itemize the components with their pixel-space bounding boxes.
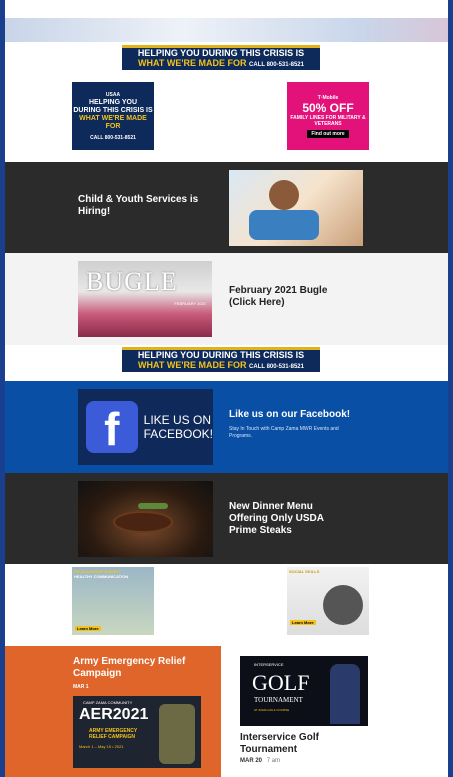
golf-title[interactable]: Interservice Golf Tournament (240, 732, 370, 756)
tmobile-ad[interactable]: T·Mobile 50% OFF FAMILY LINES FOR MILITA… (287, 82, 369, 150)
golf-date: MAR 20 (240, 758, 263, 764)
top-bar (5, 0, 448, 18)
usaa-banner-ad-2[interactable]: HELPING YOU DURING THIS CRISIS IS WHAT W… (122, 347, 320, 372)
aer-poster: CAMP ZAMA COMMUNITY AER2021 ARMY EMERGEN… (73, 696, 201, 768)
usaa-banner2-line2: WHAT WE'RE MADE FOR (138, 360, 247, 370)
usaa-banner2-line1: HELPING YOU DURING THIS CRISIS IS (137, 350, 305, 360)
facebook-logo-text-2: FACEBOOK! (143, 427, 213, 441)
usaa-banner2-call: CALL 800-531-8521 (249, 364, 304, 370)
aer-section[interactable]: Army Emergency Relief Campaign MAR 1 CAM… (5, 646, 221, 777)
usaa-banner-line2: WHAT WE'RE MADE FOR (138, 58, 247, 68)
facebook-description: Stay In Touch with Camp Zama MWR Events … (229, 426, 339, 439)
golf-poster-big: GOLF (252, 670, 310, 695)
aer-title[interactable]: Army Emergency Relief Campaign (73, 656, 208, 680)
usaa-box-line3: WHAT WE'RE MADE FOR (79, 114, 147, 130)
bugle-masthead: BUGLE (86, 267, 178, 296)
tmobile-cta-button[interactable]: Find out more (307, 129, 349, 138)
relationship-ad2-cta[interactable]: Learn More (290, 620, 316, 625)
relationship-ad2-line1: SOCIAL SKILLS (289, 569, 320, 574)
golf-poster: INTERSERVICE GOLF TOURNAMENT AT ZAMA GOL… (240, 656, 368, 726)
aer-poster-line2: RELIEF CAMPAIGN (89, 734, 136, 740)
golf-poster-sub: TOURNAMENT (254, 696, 303, 704)
child-youth-title[interactable]: Child & Youth Services is Hiring! (78, 194, 213, 218)
child-youth-photo (229, 170, 363, 246)
usaa-box-line2: DURING THIS CRISIS IS (73, 106, 153, 114)
golf-datetime: MAR 20 7 am (240, 758, 280, 764)
golf-time: 7 am (266, 758, 281, 764)
aer-poster-year: AER2021 (79, 706, 149, 723)
steak-photo (78, 481, 213, 557)
dinner-title[interactable]: New Dinner Menu Offering Only USDA Prime… (229, 501, 347, 537)
facebook-logo-text-1: LIKE US ON (143, 413, 211, 427)
facebook-icon: f (86, 401, 138, 455)
aer-poster-dates: March 1 – May 15 • 2021 (79, 744, 124, 749)
golf-section[interactable]: INTERSERVICE GOLF TOURNAMENT AT ZAMA GOL… (221, 646, 448, 777)
bugle-cover-image: BUGLE FEBRUARY 2021 (78, 261, 212, 337)
golf-poster-loc: AT ZAMA GOLF COURSE (254, 708, 290, 712)
facebook-title[interactable]: Like us on our Facebook! (229, 409, 369, 421)
usaa-box-brand: USAA (105, 91, 121, 98)
usaa-banner-line1: HELPING YOU DURING THIS CRISIS IS (137, 48, 305, 58)
bugle-cover-date: FEBRUARY 2021 (174, 301, 206, 306)
facebook-banner-image: f LIKE US ON FACEBOOK! (78, 389, 213, 465)
aer-poster-top: CAMP ZAMA COMMUNITY (83, 700, 133, 705)
header-banner (5, 18, 448, 42)
usaa-box-call: CALL 800-531-8521 (90, 134, 136, 141)
aer-date: MAR 1 (73, 684, 89, 690)
relationship-ad-2[interactable]: SOCIAL SKILLS Learn More (287, 567, 369, 635)
usaa-banner-ad[interactable]: HELPING YOU DURING THIS CRISIS IS WHAT W… (122, 45, 320, 70)
page-frame: HELPING YOU DURING THIS CRISIS IS WHAT W… (5, 0, 448, 777)
usaa-box-ad[interactable]: USAA HELPING YOU DURING THIS CRISIS IS W… (72, 82, 154, 150)
bugle-section[interactable]: BUGLE FEBRUARY 2021 February 2021 Bugle … (5, 253, 448, 345)
golf-poster-top: INTERSERVICE (254, 662, 284, 667)
tmobile-sub: FAMILY LINES FOR MILITARY & VETERANS (290, 114, 366, 127)
usaa-box-line1: HELPING YOU (88, 98, 138, 106)
relationship-ad1-cta[interactable]: Learn More (75, 626, 101, 631)
tmobile-offer: 50% OFF (302, 100, 354, 115)
relationship-ad1-line2: HEALTHY COMMUNICATION (74, 574, 129, 579)
relationship-ad-1[interactable]: RELATIONSHIP INSIGHT HEALTHY COMMUNICATI… (72, 567, 154, 635)
child-youth-section[interactable]: Child & Youth Services is Hiring! (5, 162, 448, 253)
usaa-banner-call: CALL 800-531-8521 (249, 62, 304, 68)
facebook-section[interactable]: f LIKE US ON FACEBOOK! Like us on our Fa… (5, 381, 448, 473)
dinner-section[interactable]: New Dinner Menu Offering Only USDA Prime… (5, 473, 448, 564)
bugle-title[interactable]: February 2021 Bugle (Click Here) (229, 285, 344, 309)
